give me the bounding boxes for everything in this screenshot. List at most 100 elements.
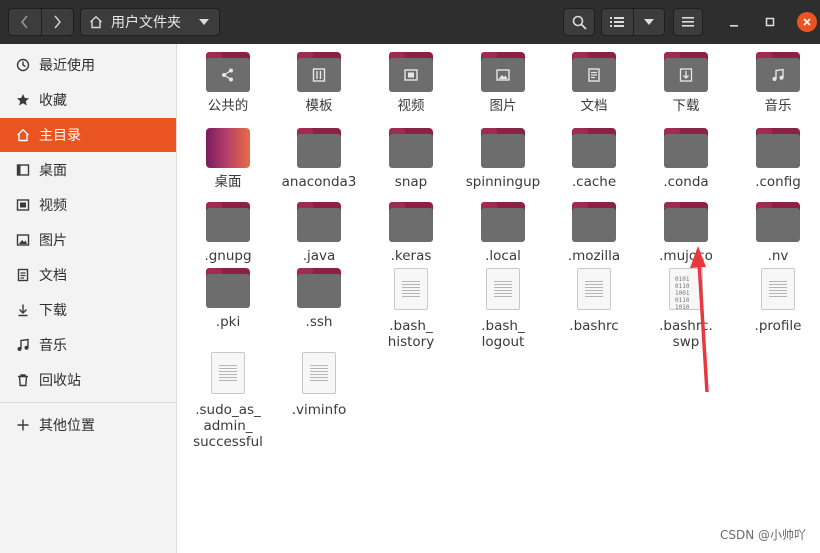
folder-icon (756, 52, 800, 92)
file-name-label: .mozilla (567, 248, 621, 264)
file-item-bash-history-23[interactable]: .bash_ history (366, 268, 456, 350)
folder-item-config-13[interactable]: .config (733, 128, 820, 190)
folder-item-item-7[interactable]: 桌面 (183, 128, 273, 190)
folder-icon (297, 268, 341, 308)
file-name-label: .bash_ history (387, 318, 435, 350)
download-icon (16, 303, 30, 317)
folder-item-nv-20[interactable]: .nv (733, 202, 820, 264)
sidebar-item-label: 下载 (39, 303, 67, 319)
folder-item-item-6[interactable]: 音乐 (733, 52, 820, 114)
close-icon (803, 18, 811, 26)
folder-icon (206, 202, 250, 242)
sidebar-item-pictures[interactable]: 图片 (0, 223, 176, 257)
file-name-label: anaconda3 (281, 174, 357, 190)
sidebar-item-label: 桌面 (39, 163, 67, 179)
file-name-label: .conda (663, 174, 709, 190)
file-name-label: .keras (390, 248, 432, 264)
back-button[interactable] (9, 9, 41, 35)
folder-icon (389, 52, 433, 92)
pictures-icon (16, 233, 30, 247)
folder-item-pki-21[interactable]: .pki (183, 268, 273, 330)
file-item-viminfo-29[interactable]: .viminfo (274, 352, 364, 418)
file-name-label: .mujoco (659, 248, 713, 264)
file-item-sudo-as-admin-successful-28[interactable]: .sudo_as_ admin_ successful (183, 352, 273, 450)
folder-item-mozilla-18[interactable]: .mozilla (549, 202, 639, 264)
file-item-bash-logout-24[interactable]: .bash_ logout (458, 268, 548, 350)
sidebar-item-video[interactable]: 视频 (0, 188, 176, 222)
folder-icon (389, 202, 433, 242)
plus-icon (16, 418, 30, 432)
search-button[interactable] (563, 8, 595, 36)
home-icon (16, 128, 30, 142)
file-name-label: .java (302, 248, 336, 264)
location-button[interactable]: 用户文件夹 (80, 8, 220, 36)
folder-item-item-5[interactable]: 下载 (641, 52, 731, 114)
folder-icon (481, 52, 525, 92)
folder-item-mujoco-19[interactable]: .mujoco (641, 202, 731, 264)
forward-button[interactable] (40, 9, 74, 35)
text-file-icon (297, 352, 341, 396)
caret-down-icon (643, 19, 654, 25)
sidebar-item-label: 图片 (39, 233, 67, 249)
folder-item-cache-11[interactable]: .cache (549, 128, 639, 190)
sidebar-item-home[interactable]: 主目录 (0, 118, 176, 152)
folder-icon (572, 202, 616, 242)
file-item-bashrc-25[interactable]: .bashrc (549, 268, 639, 334)
folder-icon (297, 128, 341, 168)
sidebar-item-label: 文档 (39, 268, 67, 284)
file-name-label: .gnupg (204, 248, 252, 264)
text-file-icon (756, 268, 800, 312)
list-view-icon (610, 17, 625, 27)
sidebar-item-label: 收藏 (39, 93, 67, 109)
maximize-button[interactable] (760, 12, 780, 32)
file-name-label: .cache (571, 174, 617, 190)
view-toggle (601, 8, 665, 36)
folder-item-spinningup-10[interactable]: spinningup (458, 128, 548, 190)
sidebar-item-documents[interactable]: 文档 (0, 258, 176, 292)
folder-item-item-3[interactable]: 图片 (458, 52, 548, 114)
folder-item-local-17[interactable]: .local (458, 202, 548, 264)
folder-icon (481, 128, 525, 168)
file-name-label: .config (755, 174, 801, 190)
file-item-bashrc-swp-26[interactable]: 0101 0110 1001 0110 1010 .bashrc. swp (641, 268, 731, 350)
list-view-button[interactable] (602, 9, 633, 35)
sidebar-item-label: 最近使用 (39, 58, 95, 74)
folder-item-java-15[interactable]: .java (274, 202, 364, 264)
folder-item-snap-9[interactable]: snap (366, 128, 456, 190)
folder-item-keras-16[interactable]: .keras (366, 202, 456, 264)
folder-item-ssh-22[interactable]: .ssh (274, 268, 364, 330)
sidebar-item-download[interactable]: 下载 (0, 293, 176, 327)
folder-item-gnupg-14[interactable]: .gnupg (183, 202, 273, 264)
folder-item-item-2[interactable]: 视频 (366, 52, 456, 114)
sidebar-item-plus[interactable]: 其他位置 (0, 408, 176, 442)
menu-button[interactable] (673, 8, 703, 36)
sidebar-item-star[interactable]: 收藏 (0, 83, 176, 117)
location-label: 用户文件夹 (111, 15, 181, 31)
folder-item-item-4[interactable]: 文档 (549, 52, 639, 114)
folder-icon (572, 52, 616, 92)
sidebar-item-trash[interactable]: 回收站 (0, 363, 176, 397)
file-item-profile-27[interactable]: .profile (733, 268, 820, 334)
file-name-label: .bashrc (569, 318, 619, 334)
text-file-icon (389, 268, 433, 312)
folder-icon (572, 128, 616, 168)
sidebar-item-recent[interactable]: 最近使用 (0, 48, 176, 82)
documents-icon (16, 268, 30, 282)
view-options-button[interactable] (632, 9, 665, 35)
folder-item-item-0[interactable]: 公共的 (183, 52, 273, 114)
minimize-icon (730, 25, 738, 27)
sidebar-item-label: 主目录 (39, 128, 81, 144)
close-button[interactable] (797, 12, 817, 32)
sidebar-item-desktop[interactable]: 桌面 (0, 153, 176, 187)
minimize-button[interactable] (724, 12, 744, 32)
folder-item-item-1[interactable]: 模板 (274, 52, 364, 114)
folder-icon (297, 52, 341, 92)
binary-file-icon: 0101 0110 1001 0110 1010 (664, 268, 708, 312)
folder-item-anaconda3-8[interactable]: anaconda3 (274, 128, 364, 190)
folder-item-conda-12[interactable]: .conda (641, 128, 731, 190)
desktop-folder-icon (206, 128, 250, 168)
sidebar-item-music[interactable]: 音乐 (0, 328, 176, 362)
file-name-label: .nv (767, 248, 789, 264)
caret-down-icon (199, 19, 209, 25)
folder-icon (664, 52, 708, 92)
